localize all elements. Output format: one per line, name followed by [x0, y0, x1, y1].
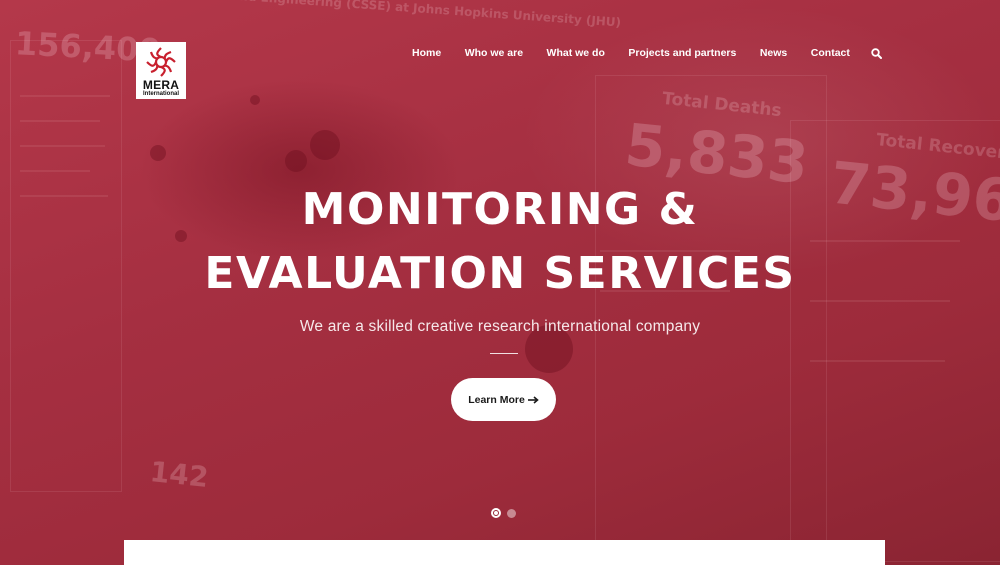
arrow-right-icon — [527, 395, 539, 404]
logo-name: MERA — [142, 78, 180, 92]
nav-item-what-we-do[interactable]: What we do — [547, 47, 605, 59]
bg-line — [20, 95, 110, 97]
bg-line — [810, 360, 945, 362]
hero-section: 156,400 Science and Engineering (CSSE) a… — [0, 0, 1000, 565]
bg-map-dot — [150, 145, 166, 161]
bg-bottom-value: 142 — [148, 455, 211, 494]
slider-pagination — [491, 508, 516, 518]
search-icon[interactable] — [871, 47, 883, 59]
nav-item-contact[interactable]: Contact — [811, 47, 850, 59]
nav-item-home[interactable]: Home — [412, 47, 441, 59]
bg-line — [20, 170, 90, 172]
mera-emblem-icon — [146, 47, 176, 77]
bg-map-dot — [310, 130, 340, 160]
hero-title-line-1: MONITORING & — [301, 184, 699, 235]
slider-dot-2[interactable] — [507, 508, 516, 518]
bg-map-dot — [250, 95, 260, 105]
slider-dot-1[interactable] — [491, 508, 501, 518]
nav-item-projects-and-partners[interactable]: Projects and partners — [628, 47, 736, 59]
hero-title-line-2: EVALUATION SERVICES — [204, 248, 796, 299]
bg-map-dot — [285, 150, 307, 172]
bg-line — [810, 240, 960, 242]
bg-source-text: Science and Engineering (CSSE) at Johns … — [175, 0, 622, 30]
nav-item-news[interactable]: News — [760, 47, 787, 59]
mera-logo[interactable]: MERA International — [136, 42, 186, 99]
logo-subtitle: International — [142, 91, 179, 97]
learn-more-label: Learn More — [468, 393, 525, 406]
bg-line — [810, 300, 950, 302]
hero-divider — [490, 353, 518, 354]
main-nav: Home Who we are What we do Projects and … — [412, 46, 883, 60]
content-card-top — [124, 540, 885, 565]
bg-line — [20, 145, 105, 147]
nav-item-who-we-are[interactable]: Who we are — [465, 47, 523, 59]
hero-subtitle: We are a skilled creative research inter… — [299, 318, 701, 335]
learn-more-button[interactable]: Learn More — [451, 378, 556, 421]
bg-line — [20, 120, 100, 122]
